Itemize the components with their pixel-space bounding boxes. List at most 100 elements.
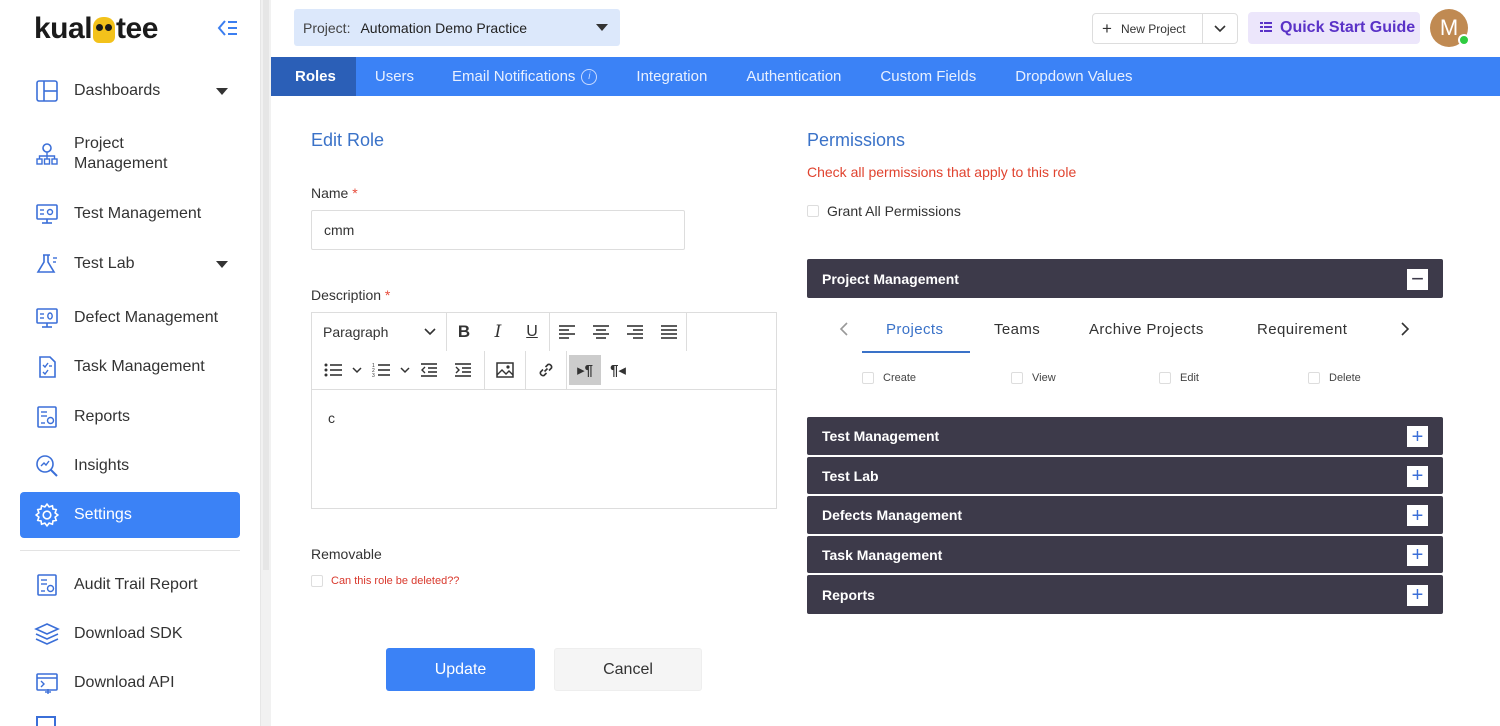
logo[interactable]: kual tee bbox=[34, 12, 158, 46]
minus-icon[interactable]: − bbox=[1407, 268, 1428, 290]
tab-label: Custom Fields bbox=[880, 68, 977, 85]
quick-start-guide-button[interactable]: Quick Start Guide bbox=[1248, 12, 1420, 44]
sidebar-item-dashboards[interactable]: Dashboards bbox=[20, 72, 240, 110]
sidebar-item-task-management[interactable]: Task Management bbox=[20, 352, 240, 382]
cancel-button[interactable]: Cancel bbox=[554, 648, 702, 691]
project-selector[interactable]: Project: Automation Demo Practice bbox=[294, 9, 620, 46]
italic-icon[interactable]: I bbox=[481, 317, 515, 347]
permission-view[interactable]: View bbox=[1011, 372, 1056, 384]
accordion-title: Test Management bbox=[822, 428, 940, 444]
insert-image-icon[interactable] bbox=[485, 355, 525, 385]
align-left-icon[interactable] bbox=[550, 317, 584, 347]
scrollbar-thumb[interactable] bbox=[263, 0, 269, 570]
new-project-dropdown[interactable] bbox=[1203, 24, 1237, 33]
project-value: Automation Demo Practice bbox=[360, 19, 527, 36]
sidebar-item-defect-management[interactable]: Defect Management bbox=[20, 303, 240, 333]
accordion-project-management[interactable]: Project Management − bbox=[807, 259, 1443, 298]
subtab-requirement[interactable]: Requirement bbox=[1257, 321, 1347, 338]
description-editor-content[interactable]: c bbox=[312, 390, 776, 446]
sidebar-item-download-api[interactable]: Download API bbox=[20, 668, 240, 698]
active-subtab-indicator bbox=[862, 351, 970, 353]
toolbar-separator bbox=[566, 351, 567, 389]
bulleted-list-icon[interactable] bbox=[316, 355, 350, 385]
tab-dropdown-values[interactable]: Dropdown Values bbox=[996, 57, 1152, 96]
underline-icon[interactable]: U bbox=[515, 317, 549, 347]
bold-icon[interactable]: B bbox=[447, 317, 481, 347]
align-center-icon[interactable] bbox=[584, 317, 618, 347]
text-direction-ltr-icon[interactable]: ▸¶ bbox=[569, 355, 601, 385]
chevron-down-icon[interactable] bbox=[350, 355, 364, 385]
indent-icon[interactable] bbox=[446, 355, 480, 385]
outdent-icon[interactable] bbox=[412, 355, 446, 385]
align-right-icon[interactable] bbox=[618, 317, 652, 347]
sidebar-scrollbar[interactable] bbox=[260, 0, 271, 726]
removable-checkbox-row[interactable]: Can this role be deleted?? bbox=[311, 575, 459, 587]
sidebar-item-download-sdk[interactable]: Download SDK bbox=[20, 619, 240, 649]
avatar[interactable]: M bbox=[1430, 9, 1470, 47]
accordion-test-lab[interactable]: Test Lab + bbox=[807, 457, 1443, 494]
sidebar-item-insights[interactable]: Insights bbox=[20, 451, 240, 481]
tab-roles[interactable]: Roles bbox=[271, 57, 356, 96]
sidebar-item-test-lab[interactable]: Test Lab bbox=[20, 248, 240, 280]
sidebar-item-test-management[interactable]: Test Management bbox=[20, 199, 240, 229]
app-root: kual tee Dashboards Project Management Te… bbox=[0, 0, 1500, 726]
removable-label: Removable bbox=[311, 546, 382, 562]
accordion-reports[interactable]: Reports + bbox=[807, 575, 1443, 614]
accordion-defects-management[interactable]: Defects Management + bbox=[807, 496, 1443, 534]
role-name-input[interactable] bbox=[311, 210, 685, 250]
align-justify-icon[interactable] bbox=[652, 317, 686, 347]
plus-icon[interactable]: + bbox=[1407, 584, 1428, 606]
accordion-title: Task Management bbox=[822, 546, 943, 563]
tab-integration[interactable]: Integration bbox=[617, 57, 727, 96]
report-icon bbox=[33, 571, 61, 599]
update-button[interactable]: Update bbox=[386, 648, 535, 691]
grant-all-checkbox[interactable] bbox=[807, 205, 819, 217]
logo-text-end: tee bbox=[116, 12, 158, 45]
info-icon[interactable]: i bbox=[581, 68, 598, 85]
paragraph-format-select[interactable]: Paragraph bbox=[312, 317, 446, 347]
permission-create[interactable]: Create bbox=[862, 372, 916, 384]
grant-all-permissions-row[interactable]: Grant All Permissions bbox=[807, 203, 961, 219]
accordion-task-management[interactable]: Task Management + bbox=[807, 536, 1443, 573]
subtab-projects[interactable]: Projects bbox=[886, 321, 943, 338]
tab-custom-fields[interactable]: Custom Fields bbox=[861, 57, 996, 96]
removable-checkbox[interactable] bbox=[311, 575, 323, 587]
paragraph-format-label: Paragraph bbox=[323, 324, 389, 340]
tab-users[interactable]: Users bbox=[356, 57, 434, 96]
create-checkbox[interactable] bbox=[862, 372, 874, 384]
sidebar-item-label: Dashboards bbox=[74, 82, 161, 99]
permission-edit[interactable]: Edit bbox=[1159, 372, 1199, 384]
plus-icon[interactable]: + bbox=[1407, 465, 1428, 487]
subtab-archive-projects[interactable]: Archive Projects bbox=[1089, 321, 1204, 338]
plus-icon[interactable]: + bbox=[1407, 505, 1428, 526]
create-label: Create bbox=[883, 372, 917, 384]
sidebar-item-settings[interactable]: Settings bbox=[20, 492, 240, 538]
new-project-button-group: + New Project bbox=[1092, 13, 1238, 44]
tab-label: Authentication bbox=[746, 68, 842, 85]
tab-authentication[interactable]: Authentication bbox=[727, 57, 861, 96]
chevron-down-icon[interactable] bbox=[216, 261, 228, 268]
permission-delete[interactable]: Delete bbox=[1308, 372, 1361, 384]
chevron-down-icon[interactable] bbox=[398, 355, 412, 385]
plus-icon[interactable]: + bbox=[1407, 426, 1428, 447]
chevron-left-icon[interactable] bbox=[839, 320, 849, 341]
delete-checkbox[interactable] bbox=[1308, 372, 1320, 384]
text-direction-rtl-icon[interactable]: ¶◂ bbox=[601, 355, 635, 385]
sidebar-item-audit-trail-report[interactable]: Audit Trail Report bbox=[20, 570, 240, 600]
subtab-teams[interactable]: Teams bbox=[994, 321, 1040, 338]
accordion-test-management[interactable]: Test Management + bbox=[807, 417, 1443, 455]
chevron-down-icon[interactable] bbox=[216, 88, 228, 95]
view-checkbox[interactable] bbox=[1011, 372, 1023, 384]
sidebar-item-label: Download API bbox=[74, 674, 175, 691]
plus-icon[interactable]: + bbox=[1407, 544, 1428, 566]
chevron-down-icon bbox=[424, 328, 436, 336]
numbered-list-icon[interactable]: 123 bbox=[364, 355, 398, 385]
edit-checkbox[interactable] bbox=[1159, 372, 1171, 384]
collapse-sidebar-icon[interactable] bbox=[216, 18, 240, 40]
new-project-button[interactable]: + New Project bbox=[1093, 14, 1203, 43]
sidebar-item-reports[interactable]: Reports bbox=[20, 402, 240, 432]
tab-email-notifications[interactable]: Email Notifications i bbox=[434, 57, 617, 96]
link-icon[interactable] bbox=[526, 355, 566, 385]
chevron-right-icon[interactable] bbox=[1400, 320, 1410, 341]
sidebar-item-project-management[interactable]: Project Management bbox=[20, 134, 240, 174]
